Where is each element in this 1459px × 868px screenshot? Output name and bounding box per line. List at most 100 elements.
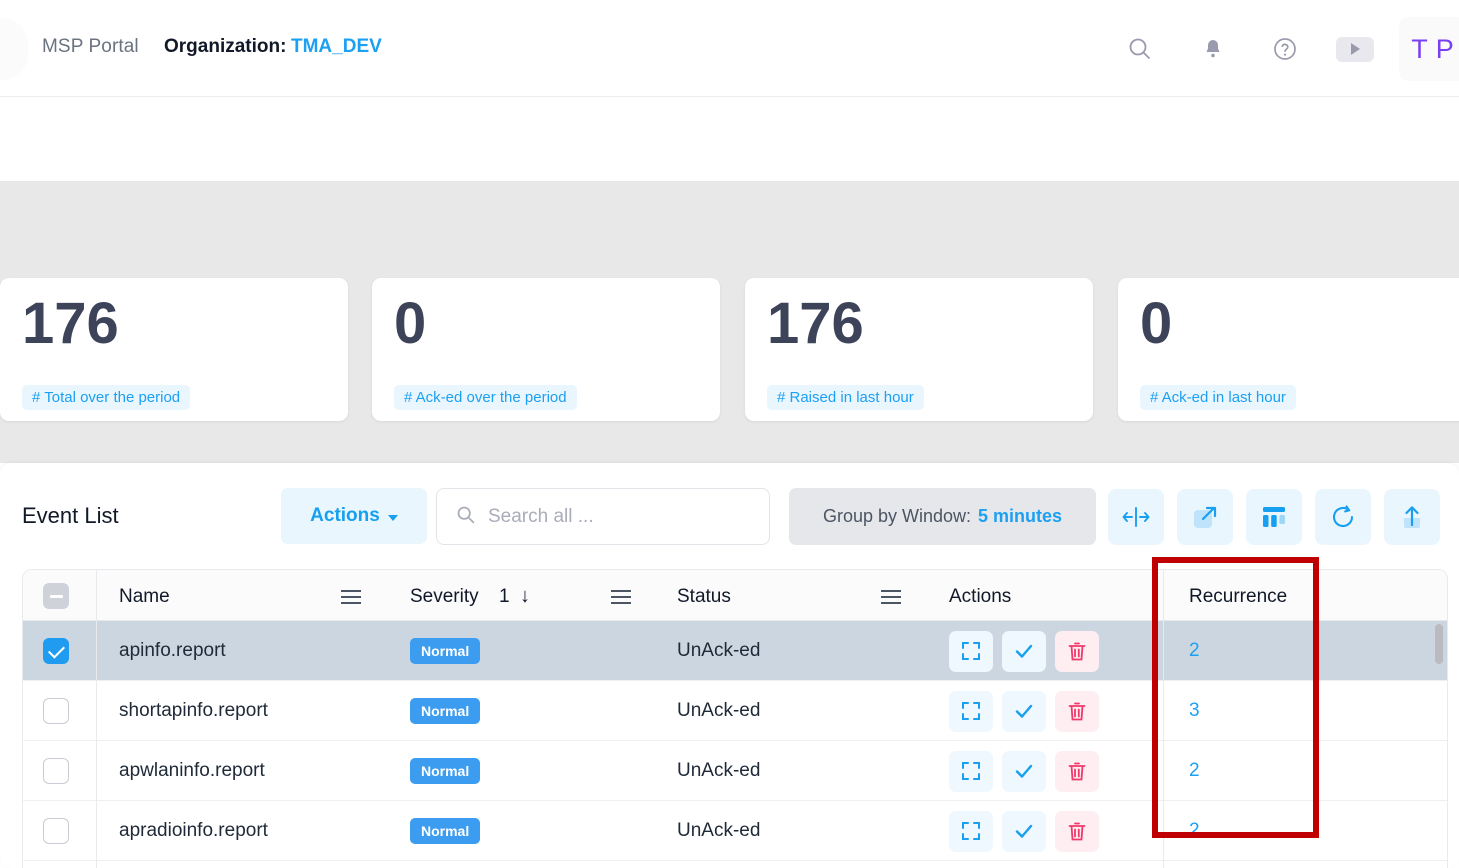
cell-severity: Normal — [410, 741, 480, 801]
search-input-wrapper[interactable] — [436, 488, 770, 545]
stat-card-acked-period: 0 # Ack-ed over the period — [372, 278, 720, 421]
organization-label: Organization: — [164, 36, 286, 58]
main-tab-bar: Events Definitions Profiles Organization… — [0, 97, 1459, 181]
stat-value: 0 — [394, 295, 426, 353]
stat-label: # Raised in last hour — [767, 385, 924, 410]
cell-status: UnAck-ed — [677, 621, 760, 681]
stat-value: 176 — [22, 295, 119, 353]
table-row[interactable]: apinfo.report Normal UnAck-ed — [23, 621, 1447, 681]
delete-trash-icon[interactable] — [1055, 751, 1099, 792]
select-all-checkbox[interactable] — [43, 583, 69, 609]
columns-icon-button[interactable] — [1246, 489, 1302, 545]
play-icon[interactable] — [1336, 30, 1374, 68]
cell-status: UnAck-ed — [677, 681, 760, 741]
actions-label: Actions — [310, 505, 380, 527]
stats-row: 176 # Total over the period 0 # Ack-ed o… — [0, 263, 1459, 463]
severity-badge: Normal — [410, 818, 480, 844]
acknowledge-check-icon[interactable] — [1002, 751, 1046, 792]
column-header-severity[interactable]: Severity — [410, 586, 479, 608]
table-row[interactable] — [23, 861, 1447, 868]
stat-label: # Ack-ed over the period — [394, 385, 577, 410]
column-header-actions[interactable]: Actions — [949, 586, 1011, 608]
stat-value: 0 — [1140, 295, 1172, 353]
severity-badge: Normal — [410, 758, 480, 784]
row-select-checkbox[interactable] — [43, 818, 69, 844]
expand-external-icon-button[interactable] — [1177, 489, 1233, 545]
cell-actions — [949, 621, 1099, 681]
group-by-label: Group by Window: — [823, 506, 971, 527]
cell-recurrence[interactable]: 3 — [1189, 681, 1200, 741]
group-by-value: 5 minutes — [978, 506, 1062, 527]
column-menu-severity-icon[interactable] — [611, 590, 631, 604]
cell-severity: Normal — [410, 681, 480, 741]
fit-columns-icon-button[interactable] — [1108, 489, 1164, 545]
table-row[interactable]: shortapinfo.report Normal UnAck-ed — [23, 681, 1447, 741]
stat-card-raised-last-hour: 176 # Raised in last hour — [745, 278, 1093, 421]
cell-recurrence[interactable]: 2 — [1189, 741, 1200, 801]
event-list-title: Event List — [22, 503, 119, 529]
app-logo — [0, 18, 28, 80]
cell-recurrence[interactable]: 2 — [1189, 621, 1200, 681]
stat-card-acked-last-hour: 0 # Ack-ed in last hour — [1118, 278, 1459, 421]
refresh-icon-button[interactable] — [1315, 489, 1371, 545]
cell-name: shortapinfo.report — [119, 681, 268, 741]
row-select-checkbox[interactable] — [43, 698, 69, 724]
row-select-checkbox[interactable] — [43, 758, 69, 784]
sub-tab-bar: AP Traps Switch Traps QoE Analytics — [0, 181, 1459, 263]
delete-trash-icon[interactable] — [1055, 691, 1099, 732]
acknowledge-check-icon[interactable] — [1002, 811, 1046, 852]
cell-status: UnAck-ed — [677, 741, 760, 801]
row-select-checkbox[interactable] — [43, 638, 69, 664]
avatar-initial-first: T — [1411, 34, 1429, 65]
delete-trash-icon[interactable] — [1055, 811, 1099, 852]
column-header-status[interactable]: Status — [677, 586, 731, 608]
table-row[interactable]: apradioinfo.report Normal UnAck-ed — [23, 801, 1447, 861]
event-table: Name Severity 1 ↓ Status Actions Recurre… — [22, 569, 1448, 868]
cell-severity: Normal — [410, 801, 480, 861]
severity-badge: Normal — [410, 698, 480, 724]
cell-name: apinfo.report — [119, 621, 226, 681]
sort-descending-arrow-icon[interactable]: ↓ — [520, 585, 530, 608]
table-header-row: Name Severity 1 ↓ Status Actions Recurre… — [23, 570, 1447, 621]
indeterminate-dash-icon — [50, 595, 63, 598]
cell-actions — [949, 801, 1099, 861]
search-icon — [455, 504, 476, 530]
help-circle-icon[interactable] — [1266, 30, 1304, 68]
upload-icon-button[interactable] — [1384, 489, 1440, 545]
avatar[interactable]: T P — [1399, 17, 1459, 81]
top-bar: MSP Portal Organization: TMA_DEV T — [0, 0, 1459, 97]
organization-value[interactable]: TMA_DEV — [291, 36, 382, 58]
stat-card-total-period: 176 # Total over the period — [0, 278, 348, 421]
brand-title: MSP Portal — [42, 36, 139, 58]
table-row[interactable]: apwlaninfo.report Normal UnAck-ed — [23, 741, 1447, 801]
column-menu-status-icon[interactable] — [881, 590, 901, 604]
expand-icon[interactable] — [949, 691, 993, 732]
stat-value: 176 — [767, 295, 864, 353]
cell-recurrence[interactable]: 2 — [1189, 801, 1200, 861]
stat-label: # Ack-ed in last hour — [1140, 385, 1296, 410]
group-by-window-button[interactable]: Group by Window: 5 minutes — [789, 488, 1096, 545]
cell-status: UnAck-ed — [677, 801, 760, 861]
expand-icon[interactable] — [949, 631, 993, 672]
search-input[interactable] — [488, 506, 738, 528]
column-header-name[interactable]: Name — [119, 586, 170, 608]
search-icon[interactable] — [1121, 30, 1159, 68]
expand-icon[interactable] — [949, 811, 993, 852]
cell-actions — [949, 681, 1099, 741]
sort-order-index: 1 — [499, 586, 510, 608]
acknowledge-check-icon[interactable] — [1002, 691, 1046, 732]
table-vertical-scrollbar[interactable] — [1435, 624, 1443, 664]
bell-icon[interactable] — [1194, 30, 1232, 68]
column-menu-name-icon[interactable] — [341, 590, 361, 604]
cell-severity: Normal — [410, 621, 480, 681]
chevron-down-icon — [388, 515, 398, 521]
expand-icon[interactable] — [949, 751, 993, 792]
column-header-recurrence[interactable]: Recurrence — [1189, 586, 1287, 608]
acknowledge-check-icon[interactable] — [1002, 631, 1046, 672]
severity-badge: Normal — [410, 638, 480, 664]
cell-name: apradioinfo.report — [119, 801, 268, 861]
actions-dropdown-button[interactable]: Actions — [281, 488, 427, 544]
cell-actions — [949, 741, 1099, 801]
cell-name: apwlaninfo.report — [119, 741, 265, 801]
delete-trash-icon[interactable] — [1055, 631, 1099, 672]
